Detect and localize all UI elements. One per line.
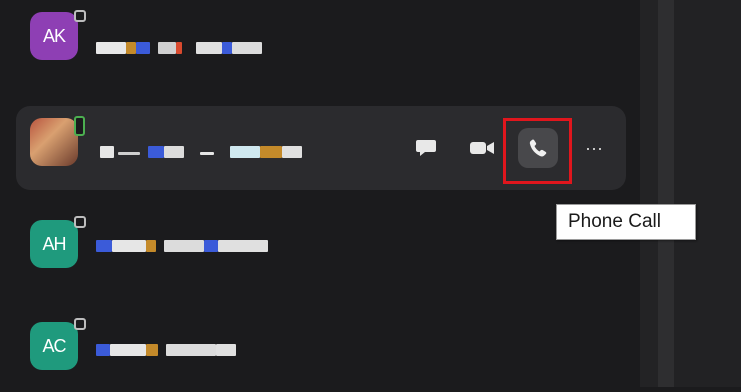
- contact-list: AK ··· AH AC: [0, 0, 640, 387]
- video-camera-icon: [470, 142, 494, 154]
- contact-row[interactable]: AC: [16, 308, 626, 392]
- right-pane: [674, 0, 741, 387]
- more-options-button[interactable]: ···: [574, 128, 614, 168]
- status-badge: [74, 318, 86, 330]
- avatar-photo: [30, 118, 78, 166]
- avatar-initials: AK: [42, 25, 66, 46]
- avatar-initials: AC: [42, 335, 66, 356]
- status-badge-available: [74, 116, 85, 136]
- phone-call-tooltip: Phone Call: [556, 204, 696, 240]
- contact-row[interactable]: AH: [16, 206, 626, 290]
- chat-bubble-icon: [416, 140, 436, 156]
- contact-name-redacted: [100, 146, 310, 158]
- tooltip-text: Phone Call: [568, 211, 661, 232]
- avatar: AH: [30, 220, 78, 268]
- avatar: AK: [30, 12, 78, 60]
- chat-button[interactable]: [406, 128, 446, 168]
- scrollbar[interactable]: [658, 0, 674, 387]
- avatar-initials: AH: [42, 233, 66, 254]
- contact-name-redacted: [96, 240, 276, 252]
- status-badge: [74, 10, 86, 22]
- more-icon: ···: [585, 137, 603, 158]
- contact-name-redacted: [96, 344, 246, 356]
- contact-row[interactable]: AK: [16, 0, 626, 84]
- video-call-button[interactable]: [462, 128, 502, 168]
- status-badge: [74, 216, 86, 228]
- list-gutter: [640, 0, 658, 387]
- contact-name-redacted: [96, 42, 266, 54]
- avatar: AC: [30, 322, 78, 370]
- phone-call-highlight-box: [503, 118, 572, 184]
